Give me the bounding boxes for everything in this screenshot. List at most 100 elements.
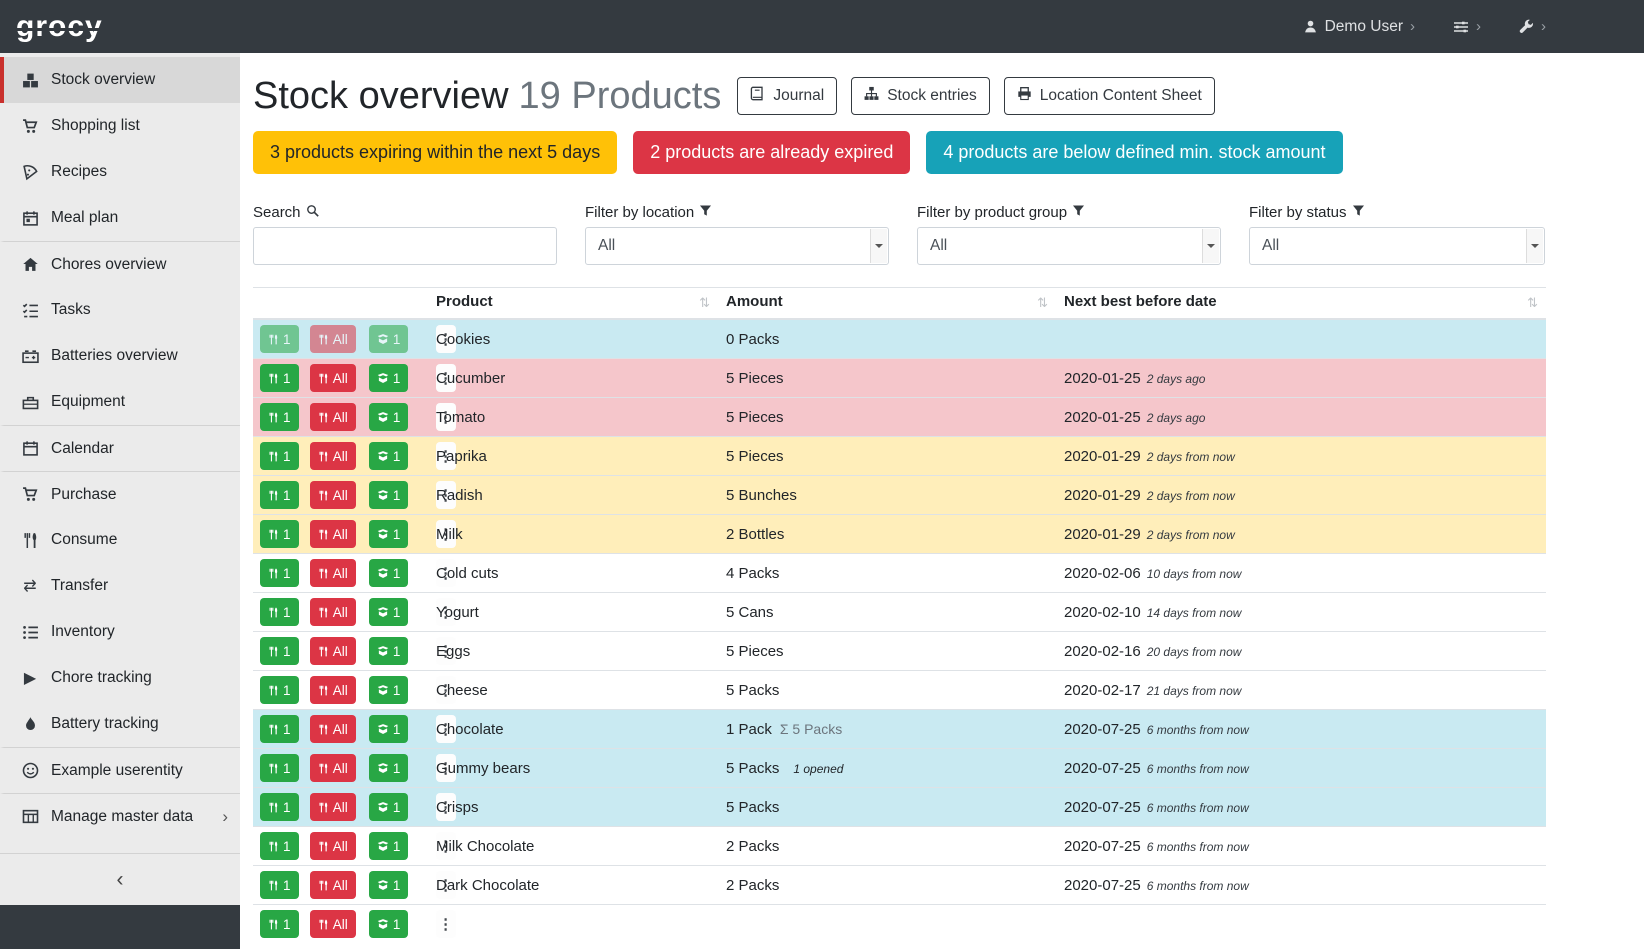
sidebar-item-tasks[interactable]: Tasks (0, 287, 240, 333)
consume-all-button[interactable]: All (310, 754, 356, 782)
consume-all-button[interactable]: All (310, 325, 356, 353)
journal-icon (750, 86, 765, 106)
open-one-button[interactable]: 1 (369, 325, 409, 353)
row-actions-cell: 1 All 1 ⋮ (253, 593, 428, 632)
sort-icon[interactable]: ⇅ (1037, 295, 1048, 311)
settings-menu[interactable]: › (1453, 18, 1481, 35)
consume-all-button[interactable]: All (310, 715, 356, 743)
location-filter-select[interactable]: All (585, 227, 889, 265)
open-one-button[interactable]: 1 (369, 832, 409, 860)
consume-one-button[interactable]: 1 (260, 637, 299, 665)
product-cell: Cheese (428, 671, 718, 710)
consume-all-button[interactable]: All (310, 871, 356, 899)
location-content-sheet-button[interactable]: Location Content Sheet (1004, 77, 1215, 115)
consume-one-button[interactable]: 1 (260, 325, 299, 353)
expired-products-alert[interactable]: 2 products are already expired (633, 131, 910, 174)
sidebar-item-calendar[interactable]: Calendar (0, 425, 240, 471)
consume-one-button[interactable]: 1 (260, 754, 299, 782)
sidebar-item-label: Batteries overview (51, 347, 178, 365)
utensils-icon (318, 685, 329, 696)
dropdown-caret-icon (1202, 229, 1219, 263)
below-min-stock-alert[interactable]: 4 products are below defined min. stock … (926, 131, 1342, 174)
open-one-button[interactable]: 1 (369, 910, 409, 938)
product-group-filter-select[interactable]: All (917, 227, 1221, 265)
consume-all-button[interactable]: All (310, 676, 356, 704)
consume-all-button[interactable]: All (310, 793, 356, 821)
consume-one-button[interactable]: 1 (260, 481, 299, 509)
sidebar-item-consume[interactable]: Consume (0, 517, 240, 563)
sidebar-item-transfer[interactable]: ⇄ Transfer (0, 563, 240, 609)
consume-all-button[interactable]: All (310, 598, 356, 626)
product-column-header[interactable]: Product⇅ (428, 288, 718, 320)
consume-all-button[interactable]: All (310, 364, 356, 392)
expiring-products-alert[interactable]: 3 products expiring within the next 5 da… (253, 131, 617, 174)
sort-icon[interactable]: ⇅ (699, 295, 710, 311)
date-cell: 2020-07-256 months from now (1056, 827, 1546, 866)
sidebar-item-recipes[interactable]: Recipes (0, 149, 240, 195)
sidebar-item-stock-overview[interactable]: Stock overview (0, 57, 240, 103)
open-one-button[interactable]: 1 (369, 676, 409, 704)
consume-one-button[interactable]: 1 (260, 832, 299, 860)
sidebar-collapse-button[interactable]: ‹ (0, 853, 240, 905)
consume-one-button[interactable]: 1 (260, 364, 299, 392)
open-one-button[interactable]: 1 (369, 598, 409, 626)
sidebar-item-battery-tracking[interactable]: Battery tracking (0, 701, 240, 747)
main-content: Stock overview19 Products Journal Stock … (240, 53, 1644, 949)
open-one-button[interactable]: 1 (369, 520, 409, 548)
date-cell: 2020-01-292 days from now (1056, 476, 1546, 515)
sidebar-item-chores-overview[interactable]: Chores overview (0, 241, 240, 287)
sidebar-item-inventory[interactable]: Inventory (0, 609, 240, 655)
sidebar-item-example-userentity[interactable]: Example userentity (0, 747, 240, 793)
consume-one-button[interactable]: 1 (260, 793, 299, 821)
sidebar-item-manage-master-data[interactable]: Manage master data › (0, 793, 240, 839)
table-row: 1 All 1 ⋮ Chocolate 1 PackΣ 5 Packs 2020… (253, 710, 1546, 749)
row-more-menu-button[interactable]: ⋮ (436, 910, 456, 938)
stock-entries-button[interactable]: Stock entries (851, 77, 990, 115)
journal-button[interactable]: Journal (737, 77, 837, 115)
sidebar-item-purchase[interactable]: Purchase (0, 471, 240, 517)
consume-all-button[interactable]: All (310, 910, 356, 938)
consume-one-button[interactable]: 1 (260, 871, 299, 899)
admin-menu[interactable]: › (1519, 18, 1546, 35)
shopping-cart-icon (18, 118, 42, 135)
amount-column-header[interactable]: Amount⇅ (718, 288, 1056, 320)
open-one-button[interactable]: 1 (369, 442, 409, 470)
consume-one-button[interactable]: 1 (260, 403, 299, 431)
consume-all-button[interactable]: All (310, 481, 356, 509)
sidebar-item-batteries-overview[interactable]: Batteries overview (0, 333, 240, 379)
status-filter-select[interactable]: All (1249, 227, 1545, 265)
sidebar-item-chore-tracking[interactable]: ▶ Chore tracking (0, 655, 240, 701)
consume-one-button[interactable]: 1 (260, 559, 299, 587)
date-column-header[interactable]: Next best before date⇅ (1056, 288, 1546, 320)
open-one-button[interactable]: 1 (369, 754, 409, 782)
consume-all-button[interactable]: All (310, 442, 356, 470)
user-menu[interactable]: Demo User › (1303, 18, 1415, 36)
consume-one-button[interactable]: 1 (260, 442, 299, 470)
grocy-logo[interactable]: grocy (16, 12, 103, 42)
open-one-button[interactable]: 1 (369, 481, 409, 509)
sidebar-item-shopping-list[interactable]: Shopping list (0, 103, 240, 149)
consume-all-button[interactable]: All (310, 832, 356, 860)
open-one-button[interactable]: 1 (369, 364, 409, 392)
sort-icon[interactable]: ⇅ (1527, 295, 1538, 311)
consume-one-button[interactable]: 1 (260, 910, 299, 938)
consume-one-button[interactable]: 1 (260, 598, 299, 626)
consume-one-button[interactable]: 1 (260, 520, 299, 548)
sidebar-item-equipment[interactable]: Equipment (0, 379, 240, 425)
open-one-button[interactable]: 1 (369, 559, 409, 587)
open-one-button[interactable]: 1 (369, 871, 409, 899)
consume-one-button[interactable]: 1 (260, 676, 299, 704)
consume-all-button[interactable]: All (310, 403, 356, 431)
open-one-button[interactable]: 1 (369, 793, 409, 821)
actions-column-header (253, 288, 428, 320)
open-one-button[interactable]: 1 (369, 637, 409, 665)
consume-all-button[interactable]: All (310, 637, 356, 665)
open-one-button[interactable]: 1 (369, 403, 409, 431)
consume-one-button[interactable]: 1 (260, 715, 299, 743)
search-input[interactable] (253, 227, 557, 265)
sidebar-item-meal-plan[interactable]: Meal plan (0, 195, 240, 241)
open-one-button[interactable]: 1 (369, 715, 409, 743)
product-cell (428, 905, 718, 944)
consume-all-button[interactable]: All (310, 520, 356, 548)
consume-all-button[interactable]: All (310, 559, 356, 587)
